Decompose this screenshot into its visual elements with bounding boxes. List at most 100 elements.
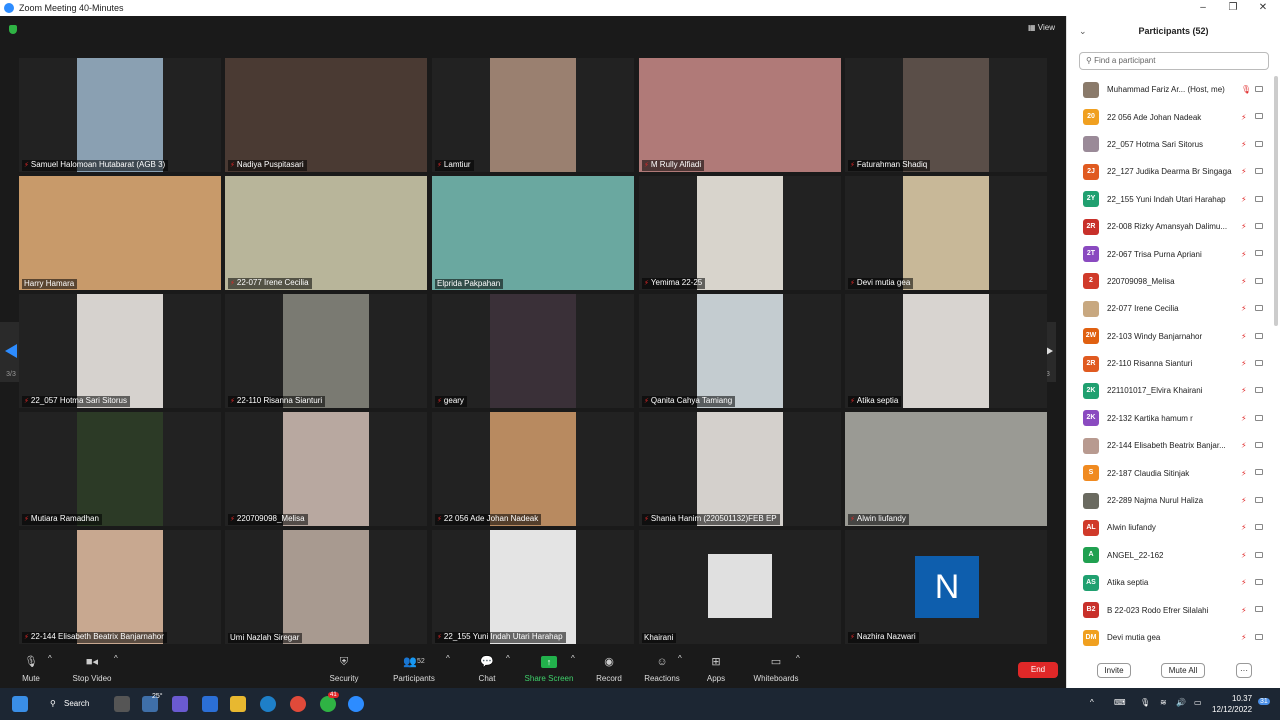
video-tile[interactable]: ⚡ Alwin liufandy [845,412,1047,526]
end-meeting-button[interactable]: End [1018,662,1058,678]
video-tile[interactable]: Elprida Pakpahan [432,176,634,290]
muted-mic-icon[interactable]: ⚡ [1241,250,1247,259]
camera-off-icon[interactable] [1255,442,1263,449]
close-button[interactable]: ✕ [1248,0,1278,16]
camera-off-icon[interactable] [1255,551,1263,558]
muted-mic-icon[interactable]: ⚡ [1241,304,1247,313]
video-tile[interactable]: Khairani [639,530,841,644]
participants-caret[interactable]: ^ [446,654,450,663]
video-tile[interactable]: N ⚡ Nazhira Nazwari [845,530,1047,644]
participant-list-item[interactable]: 2R 22-008 Rizky Amansyah Dalimu... ⚡ [1067,213,1275,240]
participant-list-item[interactable]: 2T 22-067 Trisa Purna Apriani ⚡ [1067,240,1275,267]
camera-off-icon[interactable] [1255,195,1263,202]
muted-mic-icon[interactable]: ⚡ [1241,523,1247,532]
video-tile[interactable]: ⚡ Qanita Cahya Tamiang [639,294,841,408]
windows-start-icon[interactable] [12,696,28,712]
muted-mic-icon[interactable]: ⚡ [1241,167,1247,176]
muted-mic-icon[interactable]: ⚡ [1241,441,1247,450]
video-tile[interactable]: Umi Nazlah Siregar [225,530,427,644]
participant-list-item[interactable]: 2K 221101017_Elvira Khairani ⚡ [1067,377,1275,404]
camera-off-icon[interactable] [1255,86,1263,92]
taskbar-search-button[interactable]: ⚲ Search [50,696,100,712]
video-tile[interactable]: ⚡ geary [432,294,634,408]
chat-caret[interactable]: ^ [506,654,510,663]
camera-off-icon[interactable] [1255,633,1263,640]
zoom-app-icon[interactable] [348,696,364,712]
mic-icon[interactable]: 🎙 [1241,85,1251,94]
muted-mic-icon[interactable]: ⚡ [1241,359,1247,368]
invite-button[interactable]: Invite [1097,663,1131,678]
share-screen-button[interactable]: ↑ Share Screen [524,654,574,683]
stop-video-button[interactable]: ■◂ Stop Video [70,654,114,683]
video-tile[interactable]: Harry Hamara [19,176,221,290]
participant-list-item[interactable]: 2 220709098_Melisa ⚡ [1067,268,1275,295]
camera-off-icon[interactable] [1255,113,1263,120]
camera-off-icon[interactable] [1255,387,1263,394]
camera-off-icon[interactable] [1255,496,1263,503]
participant-list-item[interactable]: AS Atika septia ⚡ [1067,569,1275,596]
chrome-browser-icon[interactable] [290,696,306,712]
video-tile[interactable]: ⚡ Yemima 22-25 [639,176,841,290]
participant-list-item[interactable]: 2J 22_127 Judika Dearma Br Singaga ⚡ [1067,158,1275,185]
chat-button[interactable]: 💬 Chat [474,654,500,683]
security-button[interactable]: ⛨ Security [326,654,362,683]
participant-list-item[interactable]: 2Y 22_155 Yuni Indah Utari Harahap ⚡ [1067,186,1275,213]
teams-chat-icon[interactable] [172,696,188,712]
muted-mic-icon[interactable]: ⚡ [1241,606,1247,615]
participant-list-item[interactable]: 22_057 Hotma Sari Sitorus ⚡ [1067,131,1275,158]
share-options-caret[interactable]: ^ [571,654,575,663]
muted-mic-icon[interactable]: ⚡ [1241,113,1247,122]
show-hidden-icons-caret[interactable]: ^ [1090,698,1094,707]
muted-mic-icon[interactable]: ⚡ [1241,496,1247,505]
muted-mic-icon[interactable]: ⚡ [1241,551,1247,560]
video-tile[interactable]: ⚡ M Rully Alfiadi [639,58,841,172]
camera-off-icon[interactable] [1255,305,1263,312]
camera-off-icon[interactable] [1255,606,1263,613]
wifi-icon[interactable]: ≋ [1160,698,1167,707]
whatsapp-icon[interactable] [320,696,336,712]
video-tile[interactable]: ⚡ Samuel Halomoan Hutabarat (AGB 3) [19,58,221,172]
video-tile[interactable]: ⚡ Lamtiur [432,58,634,172]
notification-badge[interactable]: 31 [1258,698,1270,705]
volume-icon[interactable]: 🔊 [1176,698,1186,707]
muted-mic-icon[interactable]: ⚡ [1241,469,1247,478]
mute-all-button[interactable]: Mute All [1161,663,1205,678]
camera-off-icon[interactable] [1255,277,1263,284]
participant-list-item[interactable]: AL Alwin liufandy ⚡ [1067,514,1275,541]
muted-mic-icon[interactable]: ⚡ [1241,633,1247,642]
participant-list-item[interactable]: B2 B 22-023 Rodo Efrer Silalahi ⚡ [1067,596,1275,623]
video-tile[interactable]: ⚡ Devi mutia gea [845,176,1047,290]
whiteboards-button[interactable]: ▭ Whiteboards [752,654,800,683]
participant-list-item[interactable]: 2K 22-132 Kartika hamum r ⚡ [1067,405,1275,432]
edge-browser-icon[interactable] [260,696,276,712]
camera-off-icon[interactable] [1255,250,1263,257]
file-explorer-icon[interactable] [230,696,246,712]
camera-off-icon[interactable] [1255,414,1263,421]
participant-list-item[interactable]: 2W 22-103 Windy Banjarnahor ⚡ [1067,323,1275,350]
video-tile[interactable]: ⚡ Shania Hanim (220501132)FEB EP [639,412,841,526]
video-tile[interactable]: ⚡ 22_155 Yuni Indah Utari Harahap [432,530,634,644]
video-tile[interactable]: ⚡ 220709098_Melisa [225,412,427,526]
video-tile[interactable]: ⚡ 22-110 Risanna Sianturi [225,294,427,408]
apps-button[interactable]: ⊞ Apps [704,654,728,683]
muted-mic-icon[interactable]: ⚡ [1241,414,1247,423]
video-tile[interactable]: ⚡ Atika septia [845,294,1047,408]
reactions-button[interactable]: ☺ Reactions [644,654,680,683]
participant-list-item[interactable]: 22-289 Najma Nurul Haliza ⚡ [1067,487,1275,514]
maximize-button[interactable]: ❐ [1218,0,1248,16]
participants-button[interactable]: 👥52 Participants [390,654,438,683]
more-options-button[interactable]: ··· [1236,663,1252,678]
keyboard-icon[interactable]: ⌨ [1114,698,1126,707]
participant-list-scrollbar[interactable] [1274,76,1278,326]
mute-button[interactable]: 🎙 Mute [20,654,42,683]
participant-list-item[interactable]: 22-077 Irene Cecilia ⚡ [1067,295,1275,322]
battery-icon[interactable]: ▭ [1194,698,1202,707]
participant-list-item[interactable]: A ANGEL_22-162 ⚡ [1067,542,1275,569]
participant-list-item[interactable]: S 22-187 Claudia Sitinjak ⚡ [1067,459,1275,486]
muted-mic-icon[interactable]: ⚡ [1241,222,1247,231]
taskbar-microphone-icon[interactable]: 🎙 [1140,698,1150,707]
video-tile[interactable]: ⚡ 22 056 Ade Johan Nadeak [432,412,634,526]
participant-list-item[interactable]: Muhammad Fariz Ar... (Host, me) 🎙 [1067,76,1275,103]
muted-mic-icon[interactable]: ⚡ [1241,195,1247,204]
camera-off-icon[interactable] [1255,222,1263,229]
